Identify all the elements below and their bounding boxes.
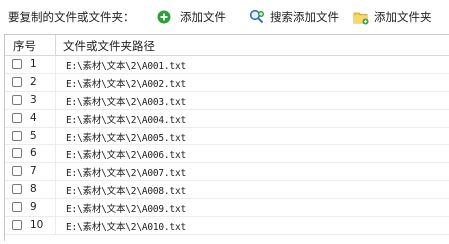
table-row[interactable]: 8 E:\素材\文本\2\A008.txt <box>5 181 449 200</box>
row-checkbox[interactable] <box>12 148 22 159</box>
search-add-file-button[interactable]: 搜索添加文件 <box>249 6 339 28</box>
row-checkbox[interactable] <box>12 76 22 87</box>
search-add-file-label: 搜索添加文件 <box>270 10 339 24</box>
row-checkbox[interactable] <box>12 112 22 123</box>
table-header: 序号 文件或文件夹路径 <box>5 35 449 56</box>
row-index: 4 <box>30 111 37 124</box>
row-path: E:\素材\文本\2\A009.txt <box>66 204 186 216</box>
row-index: 3 <box>30 93 37 106</box>
table-row[interactable]: 7 E:\素材\文本\2\A007.txt <box>5 163 449 182</box>
row-path: E:\素材\文本\2\A008.txt <box>66 186 186 198</box>
table-row[interactable]: 4 E:\素材\文本\2\A004.txt <box>5 109 449 128</box>
column-index-header[interactable]: 序号 <box>13 38 36 54</box>
row-path: E:\素材\文本\2\A001.txt <box>66 61 186 72</box>
column-divider[interactable] <box>55 35 56 55</box>
search-add-icon <box>249 9 265 25</box>
files-to-copy-label: 要复制的文件或文件夹： <box>8 10 135 24</box>
add-file-button[interactable]: 添加文件 <box>157 6 226 28</box>
table-row[interactable]: 3 E:\素材\文本\2\A003.txt <box>5 91 449 110</box>
row-checkbox[interactable] <box>12 94 22 105</box>
row-checkbox[interactable] <box>12 220 22 231</box>
row-path: E:\素材\文本\2\A002.txt <box>66 78 186 90</box>
table-row[interactable]: 10 E:\素材\文本\2\A010.txt <box>5 217 449 235</box>
file-list-panel: 序号 文件或文件夹路径 1 E:\素材\文本\2\A001.txt 2 E:\素… <box>4 34 449 241</box>
row-index: 8 <box>30 183 37 196</box>
add-folder-button[interactable]: 添加文件夹 <box>353 6 432 28</box>
table-row[interactable]: 9 E:\素材\文本\2\A009.txt <box>5 199 449 218</box>
row-index: 1 <box>30 58 37 70</box>
row-path: E:\素材\文本\2\A006.txt <box>66 150 186 162</box>
row-checkbox[interactable] <box>12 184 22 195</box>
row-checkbox[interactable] <box>12 59 22 69</box>
row-checkbox[interactable] <box>12 166 22 177</box>
add-circle-icon <box>157 10 171 24</box>
row-path: E:\素材\文本\2\A003.txt <box>66 96 186 108</box>
row-index: 9 <box>30 201 37 214</box>
row-index: 7 <box>30 165 37 178</box>
add-file-label: 添加文件 <box>180 10 226 24</box>
column-path-header[interactable]: 文件或文件夹路径 <box>63 38 155 54</box>
row-index: 6 <box>30 147 37 160</box>
table-row[interactable]: 6 E:\素材\文本\2\A006.txt <box>5 145 449 164</box>
add-folder-label: 添加文件夹 <box>374 10 432 24</box>
toolbar: 要复制的文件或文件夹： 添加文件 搜索添加文件 添加文件夹 <box>0 0 449 32</box>
table-row[interactable]: 2 E:\素材\文本\2\A002.txt <box>5 73 449 92</box>
row-index: 2 <box>30 75 37 88</box>
row-path: E:\素材\文本\2\A007.txt <box>66 168 186 180</box>
file-rows: 1 E:\素材\文本\2\A001.txt 2 E:\素材\文本\2\A002.… <box>5 56 449 235</box>
row-index: 10 <box>30 219 44 232</box>
row-checkbox[interactable] <box>12 130 22 141</box>
row-checkbox[interactable] <box>12 202 22 213</box>
add-folder-icon <box>353 10 369 25</box>
row-index: 5 <box>30 129 37 142</box>
row-path: E:\素材\文本\2\A004.txt <box>66 114 186 126</box>
row-path: E:\素材\文本\2\A010.txt <box>66 222 186 234</box>
row-path: E:\素材\文本\2\A005.txt <box>66 132 186 144</box>
table-row[interactable]: 1 E:\素材\文本\2\A001.txt <box>5 56 449 74</box>
table-row[interactable]: 5 E:\素材\文本\2\A005.txt <box>5 127 449 146</box>
